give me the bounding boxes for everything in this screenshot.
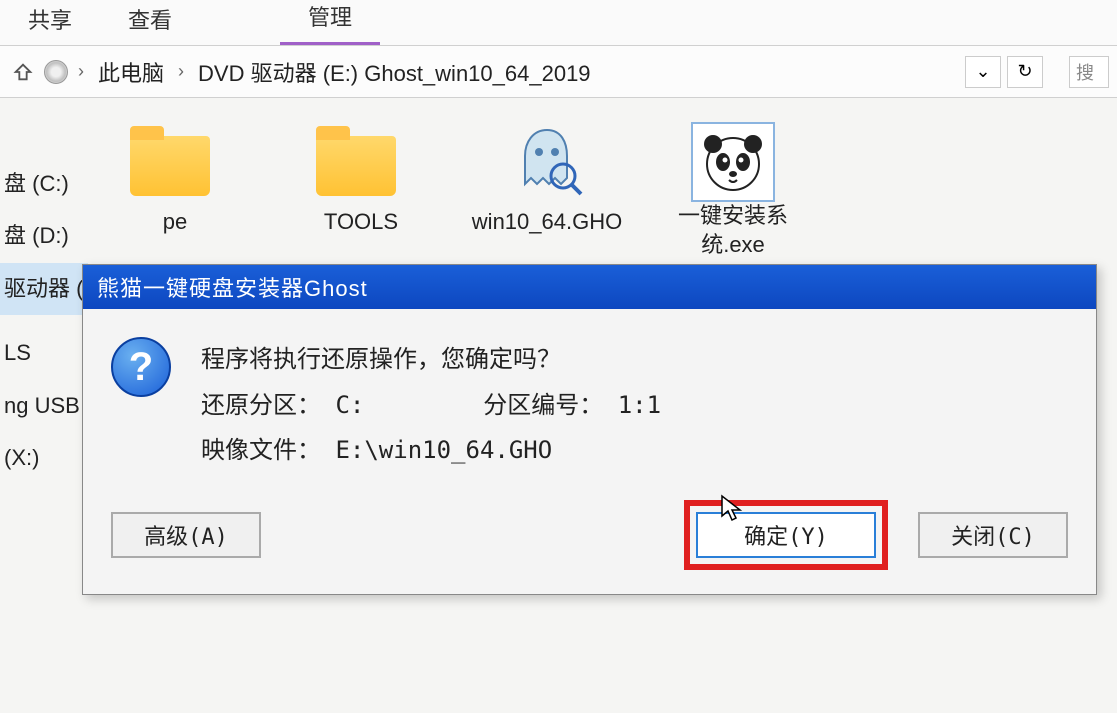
folder-icon [316, 122, 406, 202]
search-input[interactable]: 搜 [1069, 56, 1109, 88]
address-bar: › 此电脑 › DVD 驱动器 (E:) Ghost_win10_64_2019… [0, 46, 1117, 98]
highlight-frame: 确定(Y) [684, 500, 888, 570]
confirm-dialog: 熊猫一键硬盘安装器Ghost ? 程序将执行还原操作，您确定吗？ 还原分区： C… [82, 264, 1097, 595]
breadcrumb-root[interactable]: 此电脑 [94, 54, 168, 90]
panda-icon [691, 122, 775, 202]
search-placeholder: 搜 [1076, 59, 1094, 85]
chevron-right-icon: › [74, 61, 88, 82]
folder-icon [130, 122, 220, 202]
file-item-gho[interactable]: win10_64.GHO [472, 122, 622, 259]
question-icon: ? [111, 337, 171, 397]
advanced-button[interactable]: 高级(A) [111, 512, 261, 558]
chevron-down-icon[interactable]: ⌄ [965, 56, 1001, 88]
file-label: win10_64.GHO [472, 208, 622, 237]
file-item-tools[interactable]: TOOLS [286, 122, 436, 259]
sidebar-item-e[interactable]: 驱动器 (E:) Gh [0, 263, 88, 315]
chevron-right-icon: › [174, 61, 188, 82]
ghost-icon [502, 122, 592, 202]
breadcrumb-drive[interactable]: DVD 驱动器 (E:) Ghost_win10_64_2019 [194, 54, 595, 90]
ok-button[interactable]: 确定(Y) [696, 512, 876, 558]
sidebar-item-d[interactable]: 盘 (D:) [0, 210, 88, 262]
file-label: 一键安装系统.exe [658, 202, 808, 259]
file-label: TOOLS [324, 208, 398, 237]
dialog-message: 程序将执行还原操作，您确定吗？ 还原分区： C: 分区编号： 1:1 映像文件：… [201, 337, 661, 474]
tab-share[interactable]: 共享 [0, 0, 100, 45]
file-item-panda[interactable]: 一键安装系统.exe [658, 122, 808, 259]
sidebar-nav: 盘 (C:) 盘 (D:) 驱动器 (E:) Gh LS ng USB (X:) [0, 98, 88, 713]
file-item-pe[interactable]: pe [100, 122, 250, 259]
sidebar-item-x[interactable]: (X:) [0, 432, 88, 484]
nav-up-icon[interactable] [8, 57, 38, 87]
refresh-icon[interactable]: ↻ [1007, 56, 1043, 88]
file-label: pe [163, 208, 187, 237]
close-button[interactable]: 关闭(C) [918, 512, 1068, 558]
ribbon-tabs: 共享 查看 管理 [0, 0, 1117, 46]
dialog-title: 熊猫一键硬盘安装器Ghost [83, 265, 1096, 309]
tab-view[interactable]: 查看 [100, 0, 200, 45]
tab-manage[interactable]: 管理 [280, 0, 380, 45]
sidebar-item-usb[interactable]: ng USB [0, 380, 88, 432]
sidebar-item-ls[interactable]: LS [0, 327, 88, 379]
msg-line1: 程序将执行还原操作，您确定吗？ [201, 337, 661, 383]
sidebar-item-c[interactable]: 盘 (C:) [0, 158, 88, 210]
drive-icon [44, 60, 68, 84]
